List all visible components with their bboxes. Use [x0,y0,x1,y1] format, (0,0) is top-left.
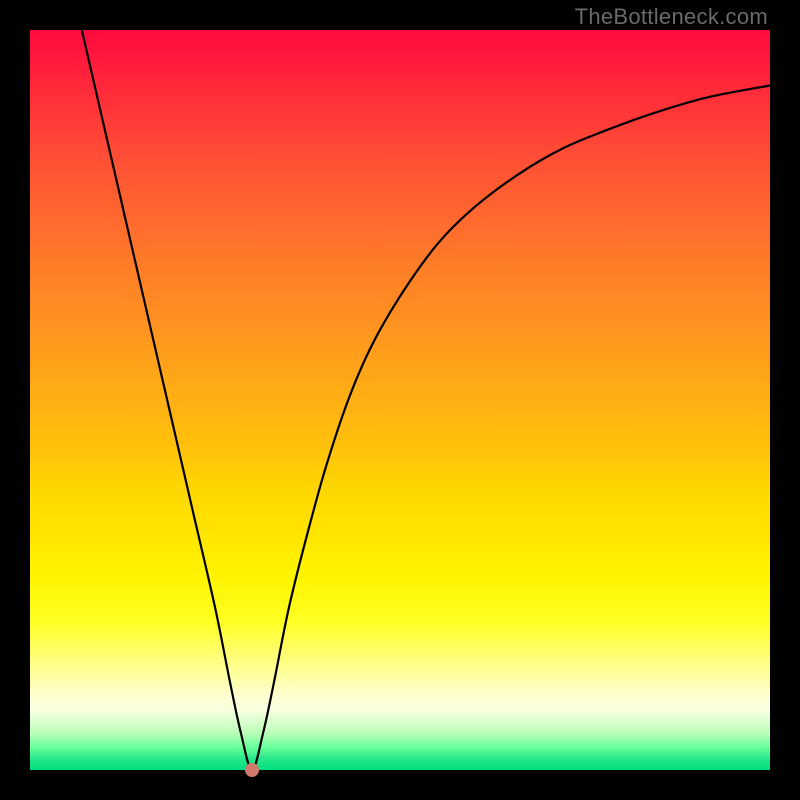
watermark-text: TheBottleneck.com [575,4,768,30]
chart-frame: TheBottleneck.com [0,0,800,800]
optimal-point-marker [245,763,259,777]
bottleneck-curve [30,30,770,770]
plot-area [30,30,770,770]
